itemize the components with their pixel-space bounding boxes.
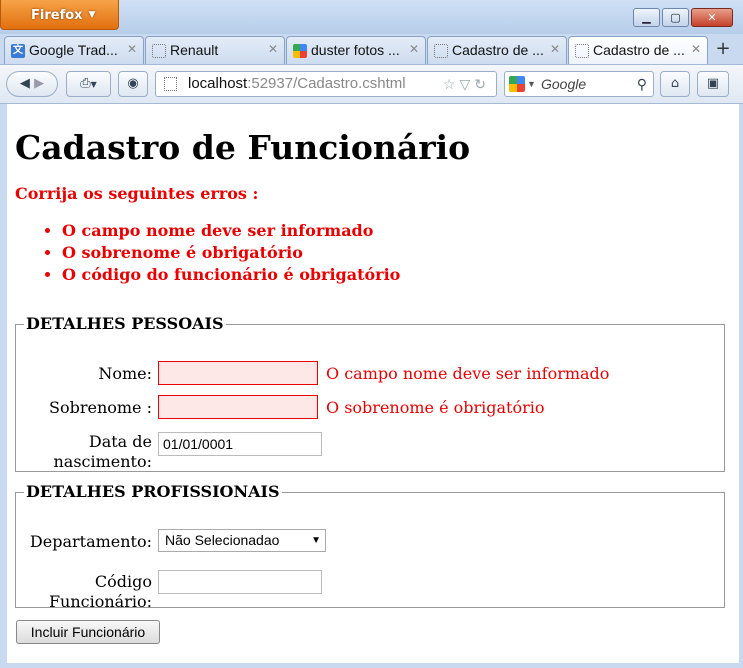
reader-button[interactable]: ◉ bbox=[118, 71, 148, 97]
tab-label: duster fotos ... bbox=[311, 42, 400, 58]
departamento-select[interactable]: Não Selecionadao ▼ bbox=[158, 529, 326, 552]
tab-renault[interactable]: Renault ✕ bbox=[145, 36, 285, 64]
nascimento-label-line1: Data de bbox=[88, 432, 152, 451]
forward-arrow-icon: ▶ bbox=[34, 76, 45, 91]
url-bar[interactable]: localhost:52937/Cadastro.cshtml ☆▽↻ bbox=[155, 71, 497, 97]
error-summary-title: Corrija os seguintes erros : bbox=[15, 184, 259, 203]
reload-icon[interactable]: ↻ bbox=[474, 76, 490, 92]
codigo-label-line1: Código bbox=[94, 572, 152, 591]
nome-label: Nome: bbox=[98, 364, 152, 383]
nome-input[interactable] bbox=[158, 361, 318, 385]
close-tab-icon[interactable]: ✕ bbox=[691, 42, 701, 56]
chevron-down-icon: ▼ bbox=[311, 535, 321, 546]
printer-icon: ⎙ bbox=[80, 76, 91, 91]
nascimento-label-line2: nascimento: bbox=[53, 452, 152, 471]
chevron-down-icon: ▼ bbox=[90, 80, 97, 89]
minimize-icon[interactable]: ▁ bbox=[633, 8, 660, 27]
puzzle-icon: ▣ bbox=[706, 76, 720, 91]
codigo-input[interactable] bbox=[158, 570, 322, 594]
speech-icon: ◉ bbox=[127, 76, 139, 91]
departamento-selected-value: Não Selecionadao bbox=[165, 532, 280, 548]
error-list: O campo nome deve ser informado O sobren… bbox=[15, 220, 727, 286]
close-tab-icon[interactable]: ✕ bbox=[268, 42, 278, 56]
close-tab-icon[interactable]: ✕ bbox=[127, 42, 137, 56]
tab-cadastro-active[interactable]: Cadastro de ... ✕ bbox=[568, 36, 708, 65]
professional-details-fieldset: DETALHES PROFISSIONAIS Departamento: Não… bbox=[15, 482, 725, 611]
window-controls: ▁ ▢ ✕ bbox=[633, 8, 733, 27]
bookmark-star-icon[interactable]: ☆ bbox=[443, 76, 460, 92]
back-arrow-icon: ◀ bbox=[19, 76, 30, 91]
tab-google-tradutor[interactable]: 文 Google Trad... ✕ bbox=[4, 36, 144, 64]
page-icon bbox=[152, 44, 166, 58]
dropdown-icon[interactable]: ▽ bbox=[459, 76, 474, 92]
search-bar[interactable]: ▼ Google ⚲ bbox=[504, 71, 654, 97]
personal-details-legend: DETALHES PESSOAIS bbox=[26, 314, 224, 333]
print-button[interactable]: ⎙▼ bbox=[66, 71, 111, 97]
new-tab-button[interactable]: + bbox=[708, 38, 738, 62]
sobrenome-label: Sobrenome : bbox=[48, 398, 152, 417]
error-item: O código do funcionário é obrigatório bbox=[62, 264, 727, 286]
error-item: O campo nome deve ser informado bbox=[62, 220, 727, 242]
tab-strip: 文 Google Trad... ✕ Renault ✕ duster foto… bbox=[0, 34, 743, 65]
google-icon bbox=[293, 44, 307, 58]
chevron-down-icon[interactable]: ▼ bbox=[527, 72, 536, 96]
translate-icon: 文 bbox=[11, 44, 25, 58]
incluir-funcionario-button[interactable]: Incluir Funcionário bbox=[16, 620, 160, 644]
firefox-menu-label: Firefox bbox=[31, 8, 83, 23]
firefox-menu-button[interactable]: Firefox ▼ bbox=[0, 0, 119, 30]
tab-duster-fotos[interactable]: duster fotos ... ✕ bbox=[286, 36, 426, 64]
page-title: Cadastro de Funcionário bbox=[15, 128, 471, 167]
close-tab-icon[interactable]: ✕ bbox=[550, 42, 560, 56]
page-icon bbox=[575, 44, 589, 58]
nome-error: O campo nome deve ser informado bbox=[326, 364, 610, 383]
tab-label: Cadastro de ... bbox=[452, 42, 544, 58]
tab-label: Renault bbox=[170, 42, 219, 58]
sobrenome-error: O sobrenome é obrigatório bbox=[326, 398, 545, 417]
codigo-label: Código Funcionário: bbox=[16, 572, 152, 612]
page: Cadastro de Funcionário Corrija os segui… bbox=[15, 104, 727, 644]
close-tab-icon[interactable]: ✕ bbox=[409, 42, 419, 56]
professional-details-legend: DETALHES PROFISSIONAIS bbox=[26, 482, 280, 501]
tab-label: Cadastro de ... bbox=[593, 42, 685, 58]
window-titlebar: Firefox ▼ ▁ ▢ ✕ bbox=[0, 0, 743, 34]
url-tools: ☆▽↻ bbox=[443, 72, 490, 96]
departamento-label: Departamento: bbox=[29, 532, 152, 551]
search-icon[interactable]: ⚲ bbox=[637, 72, 647, 96]
page-content: Cadastro de Funcionário Corrija os segui… bbox=[0, 104, 743, 668]
home-icon: ⌂ bbox=[670, 76, 680, 91]
tab-cadastro-1[interactable]: Cadastro de ... ✕ bbox=[427, 36, 567, 64]
home-button[interactable]: ⌂ bbox=[660, 71, 690, 97]
url-host: localhost bbox=[188, 75, 248, 92]
nascimento-label: Data de nascimento: bbox=[16, 432, 152, 472]
sobrenome-input[interactable] bbox=[158, 395, 318, 419]
search-placeholder: Google bbox=[541, 76, 587, 92]
addons-button[interactable]: ▣ bbox=[697, 71, 729, 97]
page-icon bbox=[164, 77, 177, 91]
codigo-label-line2: Funcionário: bbox=[48, 592, 152, 611]
close-icon[interactable]: ✕ bbox=[691, 8, 733, 27]
maximize-icon[interactable]: ▢ bbox=[662, 8, 689, 27]
page-icon bbox=[434, 44, 448, 58]
tab-label: Google Trad... bbox=[29, 42, 118, 58]
url-path: :52937/Cadastro.cshtml bbox=[247, 75, 406, 92]
personal-details-fieldset: DETALHES PESSOAIS Nome: O campo nome dev… bbox=[15, 314, 725, 472]
navigation-bar: ◀ ▶ ⎙▼ ◉ localhost:52937/Cadastro.cshtml… bbox=[0, 64, 743, 104]
chevron-down-icon: ▼ bbox=[88, 10, 96, 20]
error-item: O sobrenome é obrigatório bbox=[62, 242, 727, 264]
back-forward-button[interactable]: ◀ ▶ bbox=[6, 71, 58, 97]
google-icon bbox=[509, 76, 525, 92]
nascimento-input[interactable]: 01/01/0001 bbox=[158, 432, 322, 456]
